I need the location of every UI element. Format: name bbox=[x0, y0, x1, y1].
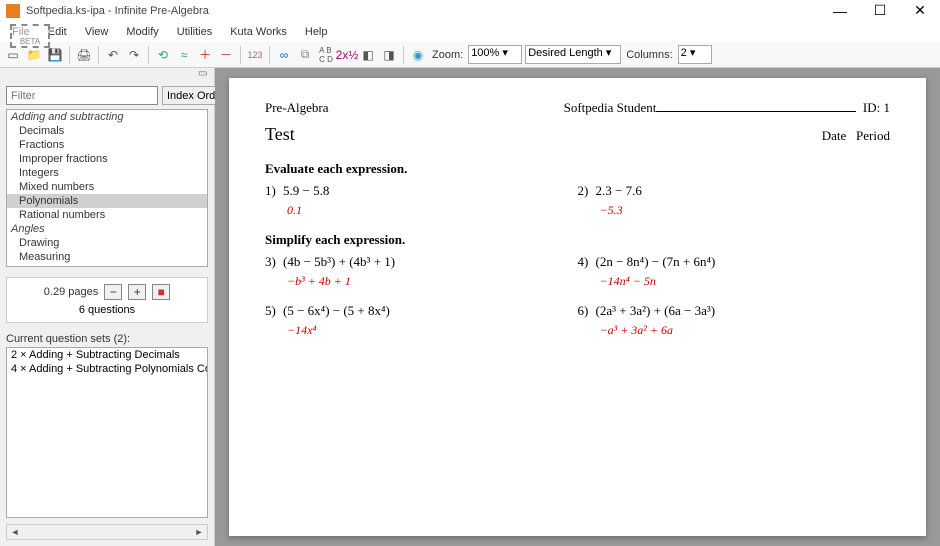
menu-kuta-works[interactable]: Kuta Works bbox=[222, 24, 295, 40]
separator bbox=[403, 46, 404, 64]
topic-item[interactable]: Relationships bbox=[7, 264, 207, 267]
topic-item[interactable]: Measuring bbox=[7, 250, 207, 264]
topic-item[interactable]: Improper fractions bbox=[7, 152, 207, 166]
topic-item[interactable]: Mixed numbers bbox=[7, 180, 207, 194]
add-icon[interactable]: ＋ bbox=[196, 46, 214, 64]
question-2: 2)2.3 − 7.6 −5.3 bbox=[578, 183, 891, 218]
topic-item[interactable]: Integers bbox=[7, 166, 207, 180]
document-preview[interactable]: Pre-Algebra Softpedia Student ID: 1 Test… bbox=[215, 68, 940, 546]
scroll-right-icon[interactable]: ► bbox=[191, 525, 207, 539]
titlebar: Softpedia.ks-ipa - Infinite Pre-Algebra … bbox=[0, 0, 940, 22]
answer-3: −b³ + 4b + 1 bbox=[287, 274, 578, 289]
similar-icon[interactable]: ≈ bbox=[175, 46, 193, 64]
course-name: Pre-Algebra bbox=[265, 100, 329, 116]
question-4: 4)(2n − 8n⁴) − (7n + 6n⁴) −14n⁴ − 5n bbox=[578, 254, 891, 289]
sidebar: ▭ Index Order Adding and subtractingDeci… bbox=[0, 68, 215, 546]
question-6: 6)(2a³ + 3a²) + (6a − 3a³) −a³ + 3a² + 6… bbox=[578, 303, 891, 338]
menubar: File Edit View Modify Utilities Kuta Wor… bbox=[0, 22, 940, 42]
abc-icon[interactable]: A BC D bbox=[317, 46, 335, 64]
remove-icon[interactable]: － bbox=[217, 46, 235, 64]
save-icon[interactable]: 💾 bbox=[46, 46, 64, 64]
infinity-icon[interactable]: ∞ bbox=[275, 46, 293, 64]
student-line: Softpedia Student ID: 1 bbox=[564, 100, 890, 116]
scroll-left-icon[interactable]: ◄ bbox=[7, 525, 23, 539]
pages-count: 0.29 pages bbox=[44, 286, 98, 298]
topic-item[interactable]: Fractions bbox=[7, 138, 207, 152]
date-period-line: Date Period bbox=[822, 128, 890, 144]
topic-category: Angles bbox=[7, 222, 207, 236]
app-icon bbox=[6, 4, 20, 18]
regen-icon[interactable]: ⟲ bbox=[154, 46, 172, 64]
separator bbox=[269, 46, 270, 64]
topic-list[interactable]: Adding and subtractingDecimalsFractionsI… bbox=[6, 109, 208, 267]
decrease-button[interactable]: − bbox=[104, 284, 122, 300]
separator bbox=[98, 46, 99, 64]
horizontal-scrollbar[interactable]: ◄ ► bbox=[6, 524, 208, 540]
stop-button[interactable]: ■ bbox=[152, 284, 170, 300]
topic-item[interactable]: Decimals bbox=[7, 124, 207, 138]
sets-label: Current question sets (2): bbox=[0, 329, 214, 347]
maximize-button[interactable]: ☐ bbox=[860, 0, 900, 22]
topic-item[interactable]: Rational numbers bbox=[7, 208, 207, 222]
answer-5: −14x⁴ bbox=[287, 323, 578, 338]
section-heading-2: Simplify each expression. bbox=[265, 232, 890, 248]
redo-icon[interactable]: ↷ bbox=[125, 46, 143, 64]
worksheet-page: Pre-Algebra Softpedia Student ID: 1 Test… bbox=[229, 78, 926, 536]
stats-panel: 0.29 pages − + ■ 6 questions bbox=[6, 277, 208, 323]
undo-icon[interactable]: ↶ bbox=[104, 46, 122, 64]
answer-2: −5.3 bbox=[600, 203, 891, 218]
topic-item[interactable]: Polynomials bbox=[7, 194, 207, 208]
menu-modify[interactable]: Modify bbox=[118, 24, 166, 40]
new-icon[interactable]: ▭ bbox=[4, 46, 22, 64]
close-button[interactable]: ✕ bbox=[900, 0, 940, 22]
separator bbox=[240, 46, 241, 64]
question-5: 5)(5 − 6x⁴) − (5 + 8x⁴) −14x⁴ bbox=[265, 303, 578, 338]
globe-icon[interactable]: ◉ bbox=[409, 46, 427, 64]
topic-category: Adding and subtracting bbox=[7, 110, 207, 124]
page-number-icon[interactable]: 123 bbox=[246, 46, 264, 64]
question-1: 1)5.9 − 5.8 0.1 bbox=[265, 183, 578, 218]
separator bbox=[148, 46, 149, 64]
move-right-icon[interactable]: ◨ bbox=[380, 46, 398, 64]
filter-input[interactable] bbox=[6, 86, 158, 105]
separator bbox=[69, 46, 70, 64]
window-controls: — ☐ ✕ bbox=[820, 0, 940, 22]
menu-utilities[interactable]: Utilities bbox=[169, 24, 220, 40]
answer-4: −14n⁴ − 5n bbox=[600, 274, 891, 289]
open-icon[interactable]: 📁 bbox=[25, 46, 43, 64]
menu-help[interactable]: Help bbox=[297, 24, 336, 40]
scale-icon[interactable]: 2x½ bbox=[338, 46, 356, 64]
question-set-item[interactable]: 4 × Adding + Subtracting Polynomials Con… bbox=[7, 362, 207, 376]
question-3: 3)(4b − 5b³) + (4b³ + 1) −b³ + 4b + 1 bbox=[265, 254, 578, 289]
question-set-item[interactable]: 2 × Adding + Subtracting Decimals bbox=[7, 348, 207, 362]
print-icon[interactable]: 🖨 bbox=[75, 46, 93, 64]
toolbar: ▭ 📁 💾 🖨 ↶ ↷ ⟲ ≈ ＋ － 123 ∞ ⧉ A BC D 2x½ ◧… bbox=[0, 42, 940, 68]
zoom-select[interactable]: 100% ▾ bbox=[468, 45, 522, 64]
increase-button[interactable]: + bbox=[128, 284, 146, 300]
sets-list[interactable]: 2 × Adding + Subtracting Decimals4 × Add… bbox=[6, 347, 208, 518]
window-title: Softpedia.ks-ipa - Infinite Pre-Algebra bbox=[26, 5, 820, 17]
move-left-icon[interactable]: ◧ bbox=[359, 46, 377, 64]
topic-item[interactable]: Drawing bbox=[7, 236, 207, 250]
beta-overlay: BETA bbox=[10, 24, 50, 48]
undock-icon[interactable]: ▭ bbox=[198, 68, 210, 80]
zoom-label: Zoom: bbox=[432, 49, 463, 61]
minimize-button[interactable]: — bbox=[820, 0, 860, 22]
section-heading-1: Evaluate each expression. bbox=[265, 161, 890, 177]
questions-count: 6 questions bbox=[13, 304, 201, 316]
length-select[interactable]: Desired Length ▾ bbox=[525, 45, 621, 64]
link-icon[interactable]: ⧉ bbox=[296, 46, 314, 64]
columns-label: Columns: bbox=[626, 49, 672, 61]
worksheet-title: Test bbox=[265, 124, 295, 145]
menu-view[interactable]: View bbox=[77, 24, 117, 40]
answer-6: −a³ + 3a² + 6a bbox=[600, 323, 891, 338]
answer-1: 0.1 bbox=[287, 203, 578, 218]
watermark: SOFTPEDIA bbox=[824, 520, 922, 536]
columns-select[interactable]: 2 ▾ bbox=[678, 45, 712, 64]
